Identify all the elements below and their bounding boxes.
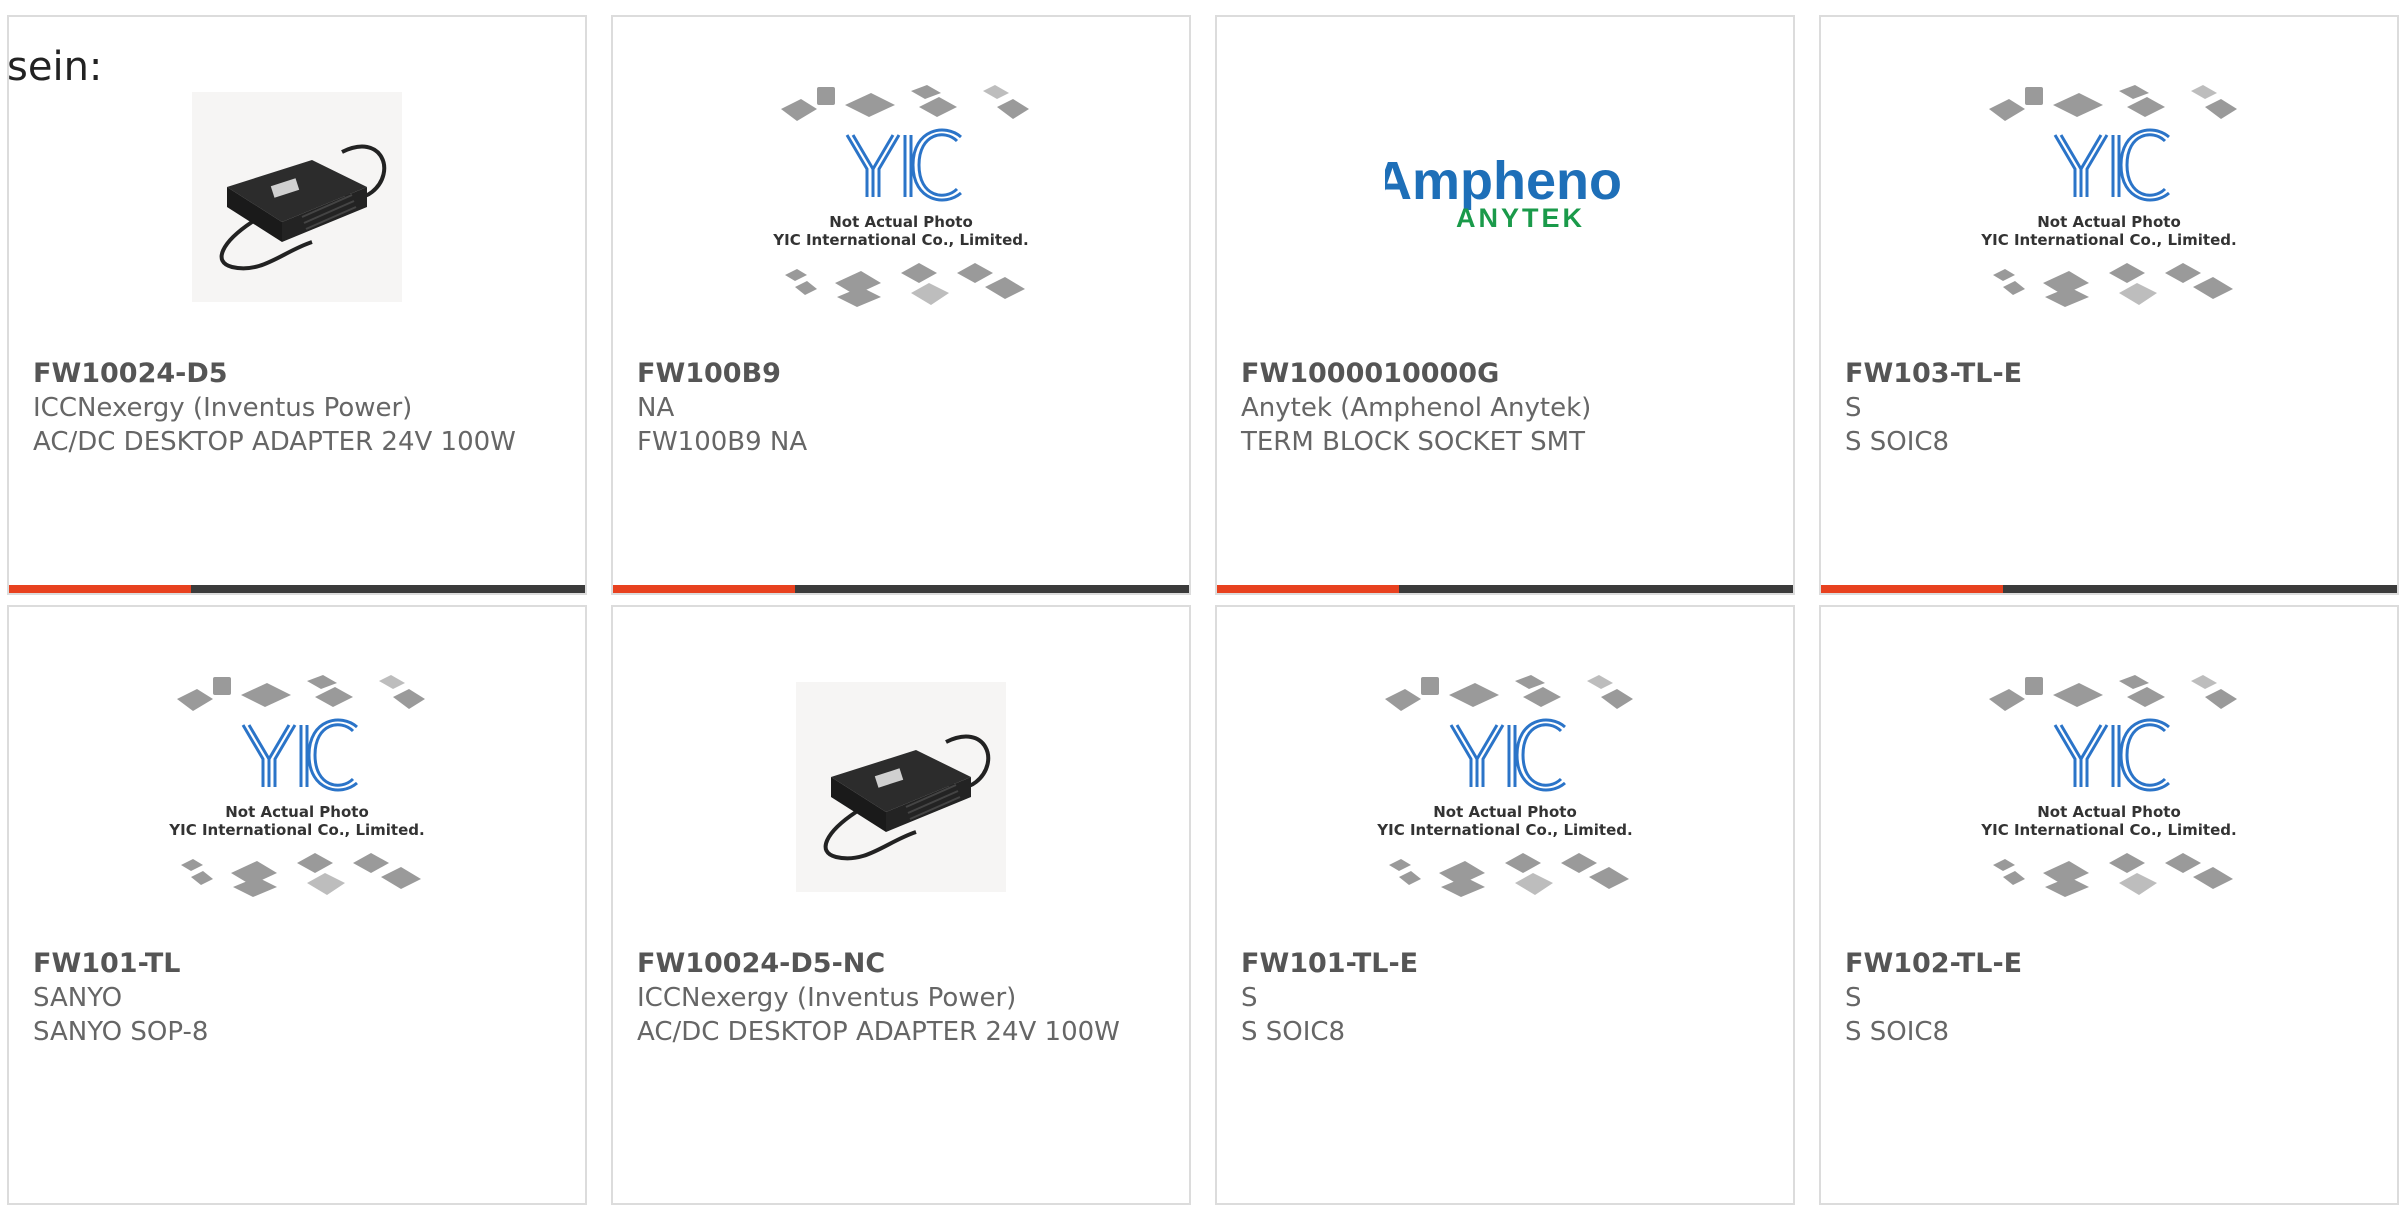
manufacturer-name: ICCNexergy (Inventus Power)	[33, 393, 413, 423]
product-image[interactable]: Not Actual Photo YIC International Co., …	[613, 77, 1189, 317]
card-accent-bar	[9, 585, 191, 593]
product-description: FW100B9 NA	[637, 427, 808, 457]
manufacturer-name: SANYO	[33, 983, 123, 1013]
product-info: FW102-TL-E S S SOIC8	[1845, 947, 2373, 1049]
product-info: FW101-TL-E S S SOIC8	[1241, 947, 1769, 1049]
card-accent-bar	[1217, 585, 1399, 593]
yic-caption-2: YIC International Co., Limited.	[168, 821, 424, 839]
product-image[interactable]: Not Actual Photo YIC International Co., …	[1821, 77, 2397, 317]
part-number-link[interactable]: FW103-TL-E	[1845, 357, 2373, 391]
product-description: S SOIC8	[1241, 1017, 1346, 1047]
card-bottom-bar	[9, 585, 585, 593]
yic-placeholder-image: Not Actual Photo YIC International Co., …	[168, 675, 425, 897]
product-info: FW100B9 NA FW100B9 NA	[637, 357, 1165, 459]
product-card[interactable]: FW10024-D5 ICCNexergy (Inventus Power) AC/…	[7, 15, 587, 595]
yic-caption-1: Not Actual Photo	[2037, 803, 2181, 821]
product-description: S SOIC8	[1845, 1017, 1950, 1047]
manufacturer-name: S	[1845, 393, 1862, 423]
part-number-link[interactable]: FW10024-D5-NC	[637, 947, 1165, 981]
manufacturer-name: S	[1845, 983, 1862, 1013]
product-card[interactable]: Not Actual Photo YIC International Co., …	[1215, 605, 1795, 1205]
product-info: FW101-TL SANYO SANYO SOP-8	[33, 947, 561, 1049]
product-card[interactable]: Amphenol ANYTEK FW1000010000G Anytek (Amp…	[1215, 15, 1795, 595]
yic-placeholder-image: Not Actual Photo YIC International Co., …	[772, 85, 1029, 307]
product-info: FW10024-D5-NC ICCNexergy (Inventus Power)…	[637, 947, 1165, 1049]
manufacturer-name: NA	[637, 393, 675, 423]
amphenol-logo-word: Amphenol	[1385, 151, 1625, 211]
yic-caption-1: Not Actual Photo	[1433, 803, 1577, 821]
yic-placeholder-image: Not Actual Photo YIC International Co., …	[1980, 675, 2237, 897]
product-image[interactable]: Not Actual Photo YIC International Co., …	[1217, 667, 1793, 907]
product-description: AC/DC DESKTOP ADAPTER 24V 100W	[637, 1017, 1120, 1047]
card-bottom-bar	[613, 585, 1189, 593]
product-description: TERM BLOCK SOCKET SMT	[1241, 427, 1585, 457]
product-info: FW1000010000G Anytek (Amphenol Anytek) TER…	[1241, 357, 1769, 459]
anytek-logo-word: ANYTEK	[1456, 203, 1585, 233]
part-number-link[interactable]: FW101-TL-E	[1241, 947, 1769, 981]
product-description: AC/DC DESKTOP ADAPTER 24V 100W	[33, 427, 516, 457]
product-image[interactable]: Not Actual Photo YIC International Co., …	[1821, 667, 2397, 907]
product-card[interactable]: Not Actual Photo YIC International Co., …	[7, 605, 587, 1205]
yic-caption-1: Not Actual Photo	[2037, 213, 2181, 231]
product-info: FW103-TL-E S S SOIC8	[1845, 357, 2373, 459]
part-number-link[interactable]: FW100B9	[637, 357, 1165, 391]
yic-placeholder-image: Not Actual Photo YIC International Co., …	[1376, 675, 1633, 897]
product-grid: FW10024-D5 ICCNexergy (Inventus Power) AC/…	[7, 15, 2399, 1205]
product-description: S SOIC8	[1845, 427, 1950, 457]
yic-caption-2: YIC International Co., Limited.	[1376, 821, 1632, 839]
part-number-link[interactable]: FW1000010000G	[1241, 357, 1769, 391]
yic-caption-2: YIC International Co., Limited.	[1980, 821, 2236, 839]
part-number-link[interactable]: FW101-TL	[33, 947, 561, 981]
product-description: SANYO SOP-8	[33, 1017, 209, 1047]
amphenol-anytek-logo: Amphenol ANYTEK	[1385, 151, 1625, 233]
header-fragment: sein:	[7, 44, 103, 90]
product-image[interactable]	[613, 667, 1189, 907]
product-card[interactable]: Not Actual Photo YIC International Co., …	[1819, 15, 2399, 595]
part-number-link[interactable]: FW102-TL-E	[1845, 947, 2373, 981]
part-number-link[interactable]: FW10024-D5	[33, 357, 561, 391]
manufacturer-name: Anytek (Amphenol Anytek)	[1241, 393, 1592, 423]
adapter-photo	[192, 92, 402, 302]
product-card[interactable]: Not Actual Photo YIC International Co., …	[1819, 605, 2399, 1205]
yic-caption-2: YIC International Co., Limited.	[772, 231, 1028, 249]
manufacturer-name: S	[1241, 983, 1258, 1013]
product-image[interactable]: Not Actual Photo YIC International Co., …	[9, 667, 585, 907]
manufacturer-name: ICCNexergy (Inventus Power)	[637, 983, 1017, 1013]
yic-caption-1: Not Actual Photo	[225, 803, 369, 821]
product-info: FW10024-D5 ICCNexergy (Inventus Power) AC/…	[33, 357, 561, 459]
yic-caption-1: Not Actual Photo	[829, 213, 973, 231]
card-accent-bar	[613, 585, 795, 593]
card-accent-bar	[1821, 585, 2003, 593]
card-bottom-bar	[1217, 585, 1793, 593]
product-card[interactable]: FW10024-D5-NC ICCNexergy (Inventus Power)…	[611, 605, 1191, 1205]
adapter-photo	[796, 682, 1006, 892]
product-image[interactable]	[9, 77, 585, 317]
product-card[interactable]: Not Actual Photo YIC International Co., …	[611, 15, 1191, 595]
yic-placeholder-image: Not Actual Photo YIC International Co., …	[1980, 85, 2237, 307]
yic-caption-2: YIC International Co., Limited.	[1980, 231, 2236, 249]
card-bottom-bar	[1821, 585, 2397, 593]
product-image[interactable]: Amphenol ANYTEK	[1217, 77, 1793, 317]
